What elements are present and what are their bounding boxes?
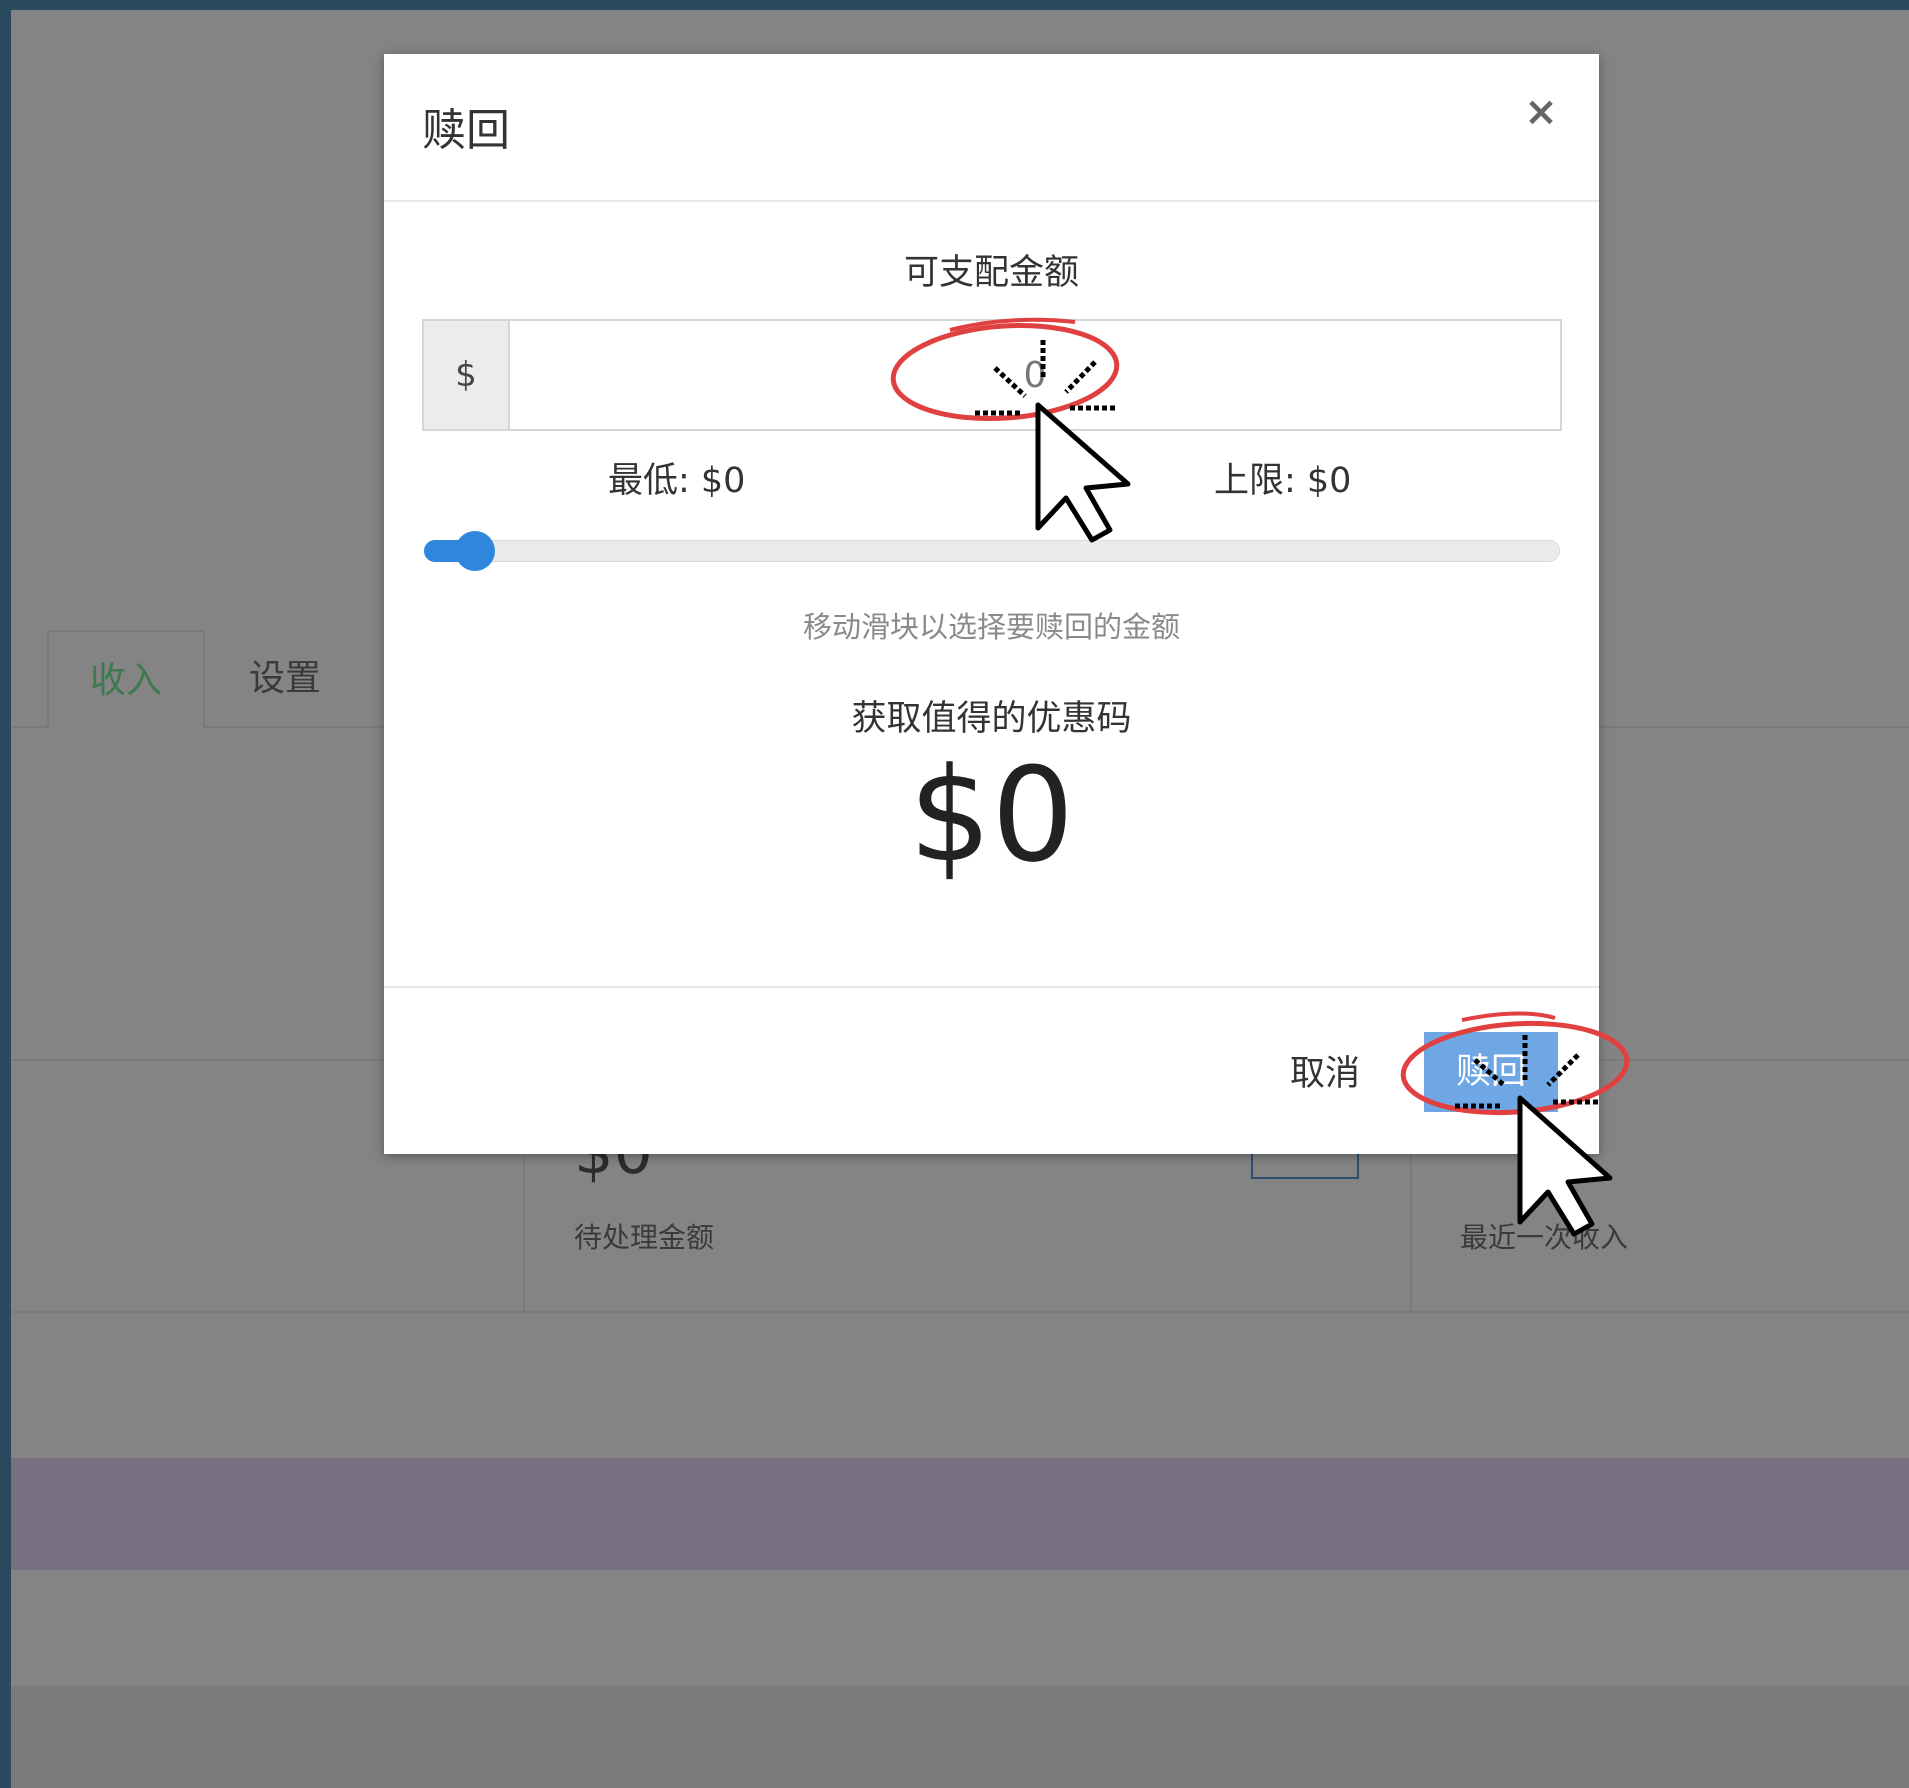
tab-settings[interactable]: 设置 [205, 630, 365, 728]
available-amount-label: 可支配金额 [903, 253, 1079, 293]
redeem-dialog: 赎回 × 可支配金额 $ 最低: $0 上限: $0 移动滑块以选择要赎回的金额… [384, 54, 1599, 1154]
dialog-title: 赎回 [422, 105, 510, 156]
tab-income[interactable]: 收入 [47, 630, 205, 728]
coupon-title: 获取值得的优惠码 [851, 699, 1132, 739]
window-frame-top [0, 0, 1909, 10]
min-amount-label: 最低: $0 [608, 461, 746, 501]
currency-addon: $ [424, 321, 510, 429]
footer-divider [384, 986, 1599, 988]
amount-input-group: $ [422, 319, 1562, 431]
redeem-button[interactable]: 赎回 [1424, 1032, 1558, 1112]
amount-input[interactable] [510, 321, 1560, 429]
pending-amount-label: 待处理金额 [574, 1221, 715, 1254]
footer-band [11, 1686, 1909, 1788]
close-icon[interactable]: × [1519, 90, 1563, 134]
max-amount-label: 上限: $0 [1214, 461, 1352, 501]
window-frame-left [0, 0, 11, 1788]
stats-bottom-border [11, 1311, 1909, 1313]
amount-slider-track[interactable] [424, 540, 1560, 562]
recent-income-label: 最近一次收入 [1460, 1221, 1629, 1254]
cancel-button[interactable]: 取消 [1290, 1039, 1372, 1109]
amount-slider-handle[interactable] [455, 531, 495, 571]
notice-band [11, 1458, 1909, 1570]
header-divider [384, 200, 1599, 202]
coupon-amount: $0 [908, 739, 1075, 891]
slider-hint: 移动滑块以选择要赎回的金额 [802, 610, 1180, 644]
